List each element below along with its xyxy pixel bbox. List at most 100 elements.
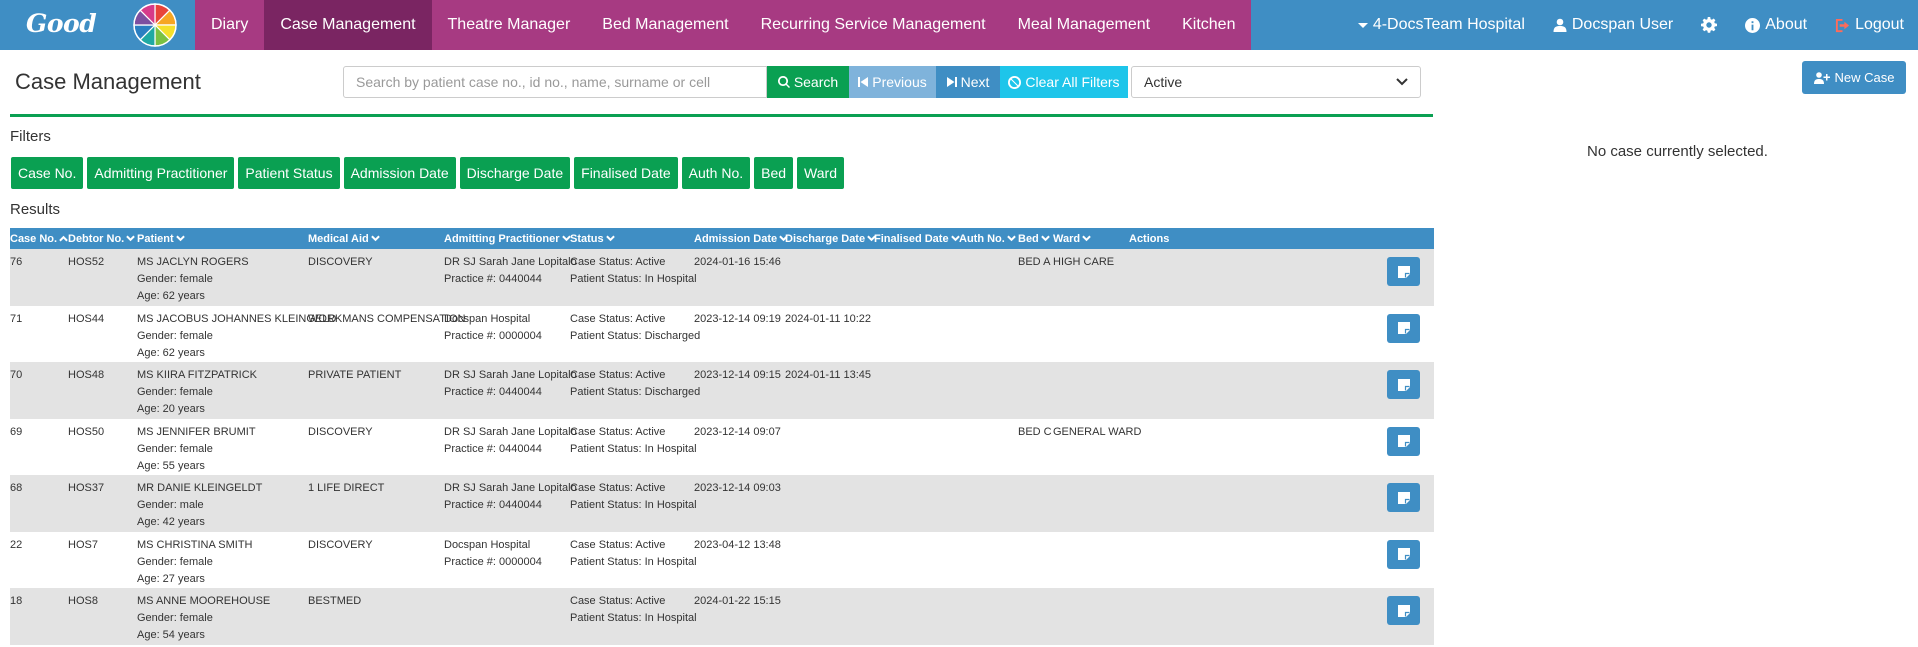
debtor-no-cell: HOS50 <box>68 425 105 438</box>
nav-item-kitchen[interactable]: Kitchen <box>1166 0 1251 50</box>
divider <box>10 114 1433 117</box>
column-header-debtor-no[interactable]: Debtor No. <box>68 228 136 249</box>
brand-logo[interactable]: Good <box>0 0 195 50</box>
open-case-button[interactable] <box>1387 370 1420 399</box>
note-icon <box>1397 378 1410 391</box>
column-header-bed[interactable]: Bed <box>1018 228 1050 249</box>
patient-name: MS JENNIFER BRUMIT <box>137 425 256 438</box>
clear-filters-button[interactable]: Clear All Filters <box>1000 66 1128 98</box>
search-button[interactable]: Search <box>767 66 849 98</box>
about-link[interactable]: About <box>1731 0 1821 50</box>
table-cell: 69 <box>10 424 22 441</box>
filter-admission-date-button[interactable]: Admission Date <box>343 157 456 189</box>
table-cell: Case Status: Active Patient Status: In Ho… <box>570 480 697 514</box>
patient-name: MR DANIE KLEINGELDT <box>137 482 263 494</box>
table-cell: Case Status: Active Patient Status: In Ho… <box>570 593 697 627</box>
discharge-date-cell: 2024-01-11 10:22 <box>785 312 872 325</box>
open-case-button[interactable] <box>1387 539 1420 569</box>
nav-item-bed-management[interactable]: Bed Management <box>586 0 744 50</box>
color-wheel-icon <box>133 3 177 47</box>
hospital-dropdown[interactable]: 4-DocsTeam Hospital <box>1344 0 1539 50</box>
filter-case-no-button[interactable]: Case No. <box>11 157 84 189</box>
patient-name: MS JACOBUS JOHANNES KLEINGELD <box>137 312 337 325</box>
open-case-button[interactable] <box>1387 426 1420 456</box>
column-header-label: Medical Aid <box>308 232 369 245</box>
table-row: 69 HOS50 MS JENNIFER BRUMIT Gender: female A… <box>10 418 1434 475</box>
nav-item-theatre-manager[interactable]: Theatre Manager <box>432 0 587 50</box>
table-cell: Case Status: Active Patient Status: Disch… <box>570 367 700 401</box>
open-case-button[interactable] <box>1387 596 1420 625</box>
filter-patient-status-button[interactable]: Patient Status <box>238 157 340 189</box>
patient-age: Age: 54 years <box>137 629 205 641</box>
nav-item-case-management[interactable]: Case Management <box>264 0 432 50</box>
table-cell: 2023-12-14 09:03 <box>694 480 781 497</box>
column-header-finalised-date[interactable]: Finalised Date <box>874 228 960 249</box>
navbar-right: 4-DocsTeam Hospital Docspan User About L… <box>1344 0 1918 50</box>
filter-buttons: Case No. Admitting Practitioner Patient St… <box>11 157 844 189</box>
open-case-button[interactable] <box>1387 313 1420 343</box>
table-cell: DISCOVERY <box>308 254 373 271</box>
search-icon <box>777 76 790 88</box>
filter-auth-no-button[interactable]: Auth No. <box>681 157 751 189</box>
open-case-button[interactable] <box>1387 257 1420 286</box>
search-input[interactable] <box>343 66 767 98</box>
filter-ward-button[interactable]: Ward <box>797 157 844 189</box>
open-case-button[interactable] <box>1387 483 1420 512</box>
table-cell: PRIVATE PATIENT <box>308 367 401 384</box>
admission-date-cell: 2023-12-14 09:03 <box>694 482 781 494</box>
chevron-down-icon <box>1007 235 1016 242</box>
table-cell: MS CHRISTINA SMITH Gender: female Age: 27 … <box>137 537 253 588</box>
new-case-button[interactable]: New Case <box>1802 61 1906 94</box>
case-status: Case Status: Active <box>570 369 666 381</box>
column-header-admission-date[interactable]: Admission Date <box>694 228 788 249</box>
practice-number: Practice #: 0000004 <box>444 555 542 568</box>
patient-status: Patient Status: Discharged <box>570 329 701 342</box>
nav-item-meal-management[interactable]: Meal Management <box>1002 0 1167 50</box>
chevron-down-icon <box>126 235 136 242</box>
admission-date-cell: 2023-12-14 09:19 <box>694 312 781 325</box>
nav-item-diary[interactable]: Diary <box>195 0 264 50</box>
column-header-patient[interactable]: Patient <box>137 228 185 249</box>
case-status-select[interactable]: Active <box>1131 66 1421 98</box>
debtor-no-cell: HOS37 <box>68 482 105 494</box>
discharge-date-cell: 2024-01-11 13:45 <box>785 369 872 381</box>
note-icon <box>1397 265 1410 278</box>
column-header-status[interactable]: Status <box>570 228 615 249</box>
filter-finalised-date-button[interactable]: Finalised Date <box>574 157 678 189</box>
column-header-label: Status <box>570 232 604 245</box>
table-cell: MS JENNIFER BRUMIT Gender: female Age: 55 … <box>137 424 256 475</box>
next-button[interactable]: Next <box>936 66 1000 98</box>
settings-button[interactable] <box>1687 0 1731 50</box>
note-icon <box>1397 322 1410 334</box>
table-cell: DR SJ Sarah Jane Lopitalo Practice #: 044… <box>444 480 577 514</box>
column-header-case-no[interactable]: Case No. <box>10 228 68 249</box>
patient-age: Age: 20 years <box>137 403 205 415</box>
nav-item-recurring-service-management[interactable]: Recurring Service Management <box>745 0 1002 50</box>
column-header-admitting-practitioner[interactable]: Admitting Practitioner <box>444 228 571 249</box>
column-header-label: Bed <box>1018 232 1039 245</box>
practice-number: Practice #: 0440044 <box>444 499 542 511</box>
filter-admitting-practitioner-button[interactable]: Admitting Practitioner <box>87 157 235 189</box>
filter-discharge-date-button[interactable]: Discharge Date <box>459 157 571 189</box>
practitioner-name: DR SJ Sarah Jane Lopitalo <box>444 425 577 438</box>
medical-aid-cell: DISCOVERY <box>308 256 373 268</box>
column-header-medical-aid[interactable]: Medical Aid <box>308 228 380 249</box>
table-cell: HOS37 <box>68 480 104 497</box>
column-header-ward[interactable]: Ward <box>1053 228 1091 249</box>
filters-heading: Filters <box>10 128 51 145</box>
table-cell: MS JACLYN ROGERS Gender: female Age: 62 ye… <box>137 254 249 305</box>
column-header-actions: Actions <box>1129 228 1169 249</box>
previous-button[interactable]: Previous <box>849 66 936 98</box>
column-header-auth-no[interactable]: Auth No. <box>959 228 1016 249</box>
filter-bed-button[interactable]: Bed <box>754 157 794 189</box>
table-cell: DISCOVERY <box>308 537 373 554</box>
column-header-discharge-date[interactable]: Discharge Date <box>785 228 876 249</box>
table-cell: 76 <box>10 254 22 271</box>
admission-date-cell: 2023-12-14 09:15 <box>694 369 781 381</box>
case-no-cell: 22 <box>10 538 23 551</box>
table-cell: 2023-12-14 09:07 <box>694 424 781 441</box>
logout-link[interactable]: Logout <box>1821 0 1918 50</box>
user-menu[interactable]: Docspan User <box>1539 0 1687 50</box>
table-row: 18 HOS8 MS ANNE MOOREHOUSE Gender: female Ag… <box>10 588 1434 645</box>
ward-cell: GENERAL WARD <box>1053 425 1142 438</box>
